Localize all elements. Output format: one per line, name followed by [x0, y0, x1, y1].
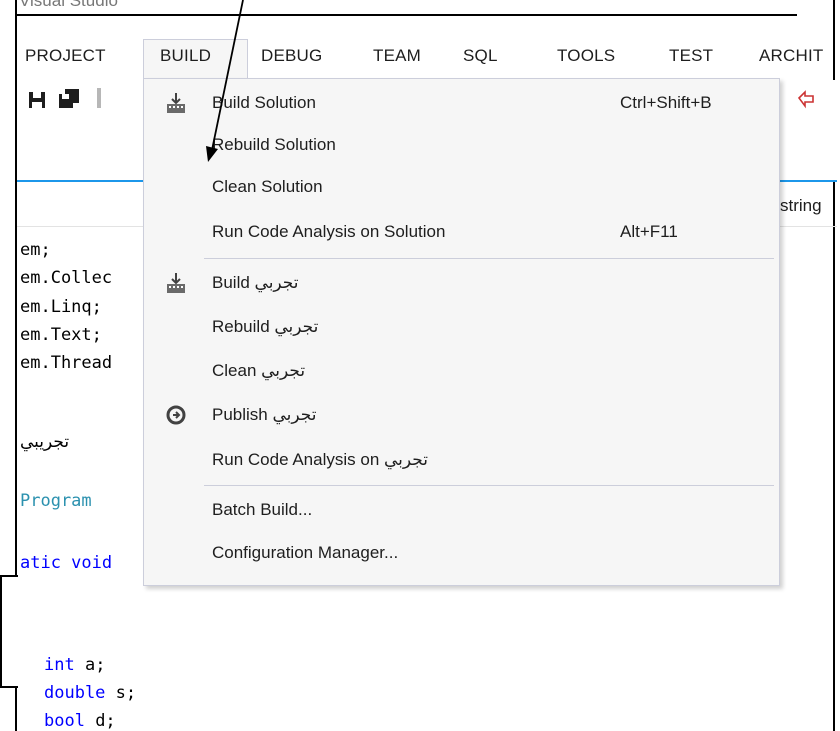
- annotation-arrow: [206, 0, 244, 162]
- menu-build[interactable]: BUILD: [160, 46, 211, 66]
